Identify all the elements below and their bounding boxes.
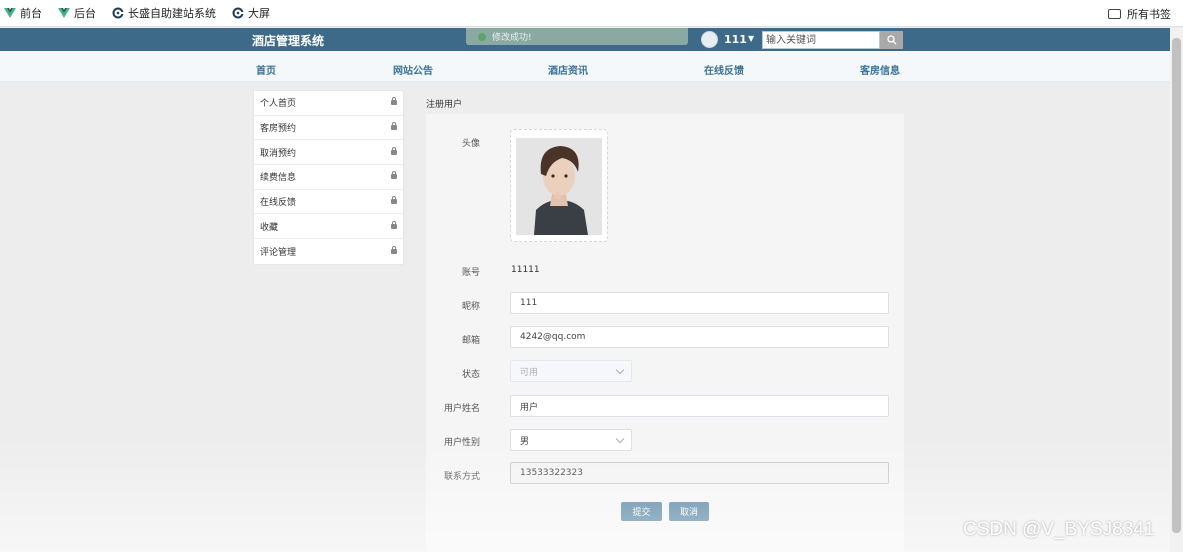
chevron-down-icon [615, 365, 625, 375]
chevron-down-icon [615, 434, 625, 444]
sidebar-item-profile[interactable]: 个人首页 [254, 91, 403, 116]
gender-label: 用户性别 [443, 438, 480, 448]
portrait-icon [516, 138, 602, 235]
sidebar: 个人首页 客房预约 取消预约 续费信息 在线反馈 收藏 评论管理 [254, 91, 403, 264]
search-button[interactable] [880, 31, 903, 49]
watermark: CSDN @V_BYSJ8341 [963, 519, 1155, 540]
page-scrollbar[interactable] [1170, 28, 1183, 552]
nickname-label: 昵称 [461, 302, 480, 312]
scrollbar-thumb[interactable] [1172, 38, 1181, 533]
lock-icon [391, 97, 397, 106]
all-bookmarks[interactable]: 所有书签 [1108, 0, 1171, 27]
lock-icon [391, 245, 397, 254]
bookmark-backend[interactable]: 后台 [58, 5, 96, 21]
email-label: 邮箱 [461, 336, 480, 346]
lock-icon [391, 171, 397, 180]
cancel-button[interactable]: 取消 [669, 502, 709, 521]
nav-item-rooms[interactable]: 客房信息 [860, 62, 900, 77]
user-avatar[interactable] [701, 31, 718, 48]
bookmark-frontend[interactable]: 前台 [4, 5, 42, 21]
site-header: 酒店管理系统 修改成功! 111 ▼ [0, 28, 1170, 51]
folder-icon [1108, 8, 1121, 19]
sidebar-item-cancel-booking[interactable]: 取消预约 [254, 140, 403, 166]
username[interactable]: 111 [724, 33, 747, 46]
search-icon [886, 35, 896, 45]
main-nav: 首页 网站公告 酒店资讯 在线反馈 客房信息 [0, 51, 1170, 82]
avatar-label: 头像 [461, 139, 480, 149]
c-logo-icon [112, 7, 124, 19]
success-toast: 修改成功! [466, 28, 688, 45]
c-logo-icon [232, 7, 244, 19]
gender-select[interactable]: 男 [510, 429, 632, 451]
nav-item-announcements[interactable]: 网站公告 [393, 62, 433, 77]
lock-icon [391, 196, 397, 205]
sidebar-item-renewal[interactable]: 续费信息 [254, 165, 403, 190]
account-value: 11111 [511, 265, 540, 275]
submit-button[interactable]: 提交 [621, 502, 662, 521]
success-icon [478, 32, 486, 41]
nav-item-feedback[interactable]: 在线反馈 [704, 62, 744, 77]
status-label: 状态 [461, 370, 480, 380]
lock-icon [391, 146, 397, 155]
lock-icon [391, 122, 397, 131]
caret-down-icon[interactable]: ▼ [748, 34, 754, 43]
breadcrumb: 注册用户 [426, 100, 463, 110]
sidebar-item-comments[interactable]: 评论管理 [254, 239, 403, 264]
vue-logo-icon [58, 8, 70, 18]
nickname-input[interactable]: 111 [510, 292, 889, 314]
sidebar-item-favorites[interactable]: 收藏 [254, 214, 403, 240]
vue-logo-icon [4, 8, 16, 18]
search-input[interactable] [762, 31, 880, 49]
lock-icon [391, 220, 397, 229]
sidebar-item-feedback[interactable]: 在线反馈 [254, 190, 403, 215]
nav-item-home[interactable]: 首页 [256, 62, 276, 77]
account-label: 账号 [461, 268, 480, 278]
real-name-input[interactable]: 用户 [510, 395, 889, 417]
status-select: 可用 [510, 360, 632, 382]
site-title: 酒店管理系统 [252, 34, 325, 48]
phone-label: 联系方式 [443, 472, 480, 482]
avatar-image [516, 138, 602, 235]
avatar-upload[interactable] [510, 129, 608, 242]
phone-input[interactable]: 13533322323 [510, 462, 889, 484]
bookmarks-bar: 前台 后台 长盛自助建站系统 大屏 所有书签 [0, 0, 1183, 27]
email-input[interactable]: 4242@qq.com [510, 326, 889, 348]
real-name-label: 用户姓名 [443, 404, 480, 414]
bookmark-big-screen[interactable]: 大屏 [232, 5, 270, 21]
nav-item-news[interactable]: 酒店资讯 [548, 62, 588, 77]
bookmark-site-builder[interactable]: 长盛自助建站系统 [112, 5, 216, 21]
sidebar-item-booking[interactable]: 客房预约 [254, 116, 403, 141]
